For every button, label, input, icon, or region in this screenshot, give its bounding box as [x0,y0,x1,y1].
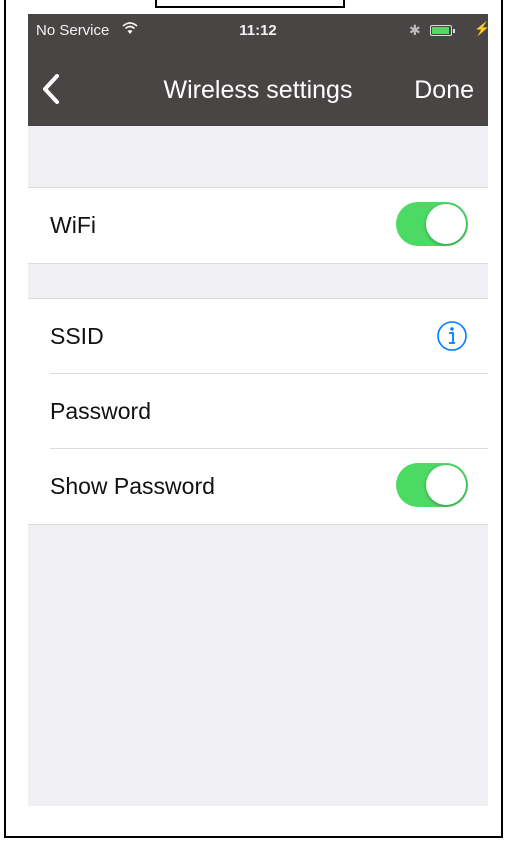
network-group: SSID Password Show Password [28,298,488,525]
ssid-label: SSID [50,323,104,349]
wifi-toggle[interactable] [396,202,468,246]
toggle-knob [426,465,466,505]
toggle-knob [426,204,466,244]
top-border-tab [155,0,345,8]
wifi-label: WiFi [50,212,96,238]
wifi-row: WiFi [28,188,488,263]
done-button[interactable]: Done [414,76,474,105]
status-bar: No Service 11:12 ✱ ⚡ [28,21,488,44]
charging-icon: ⚡ [474,21,488,36]
show-password-row: Show Password [28,449,488,524]
password-label: Password [50,398,151,424]
phone-screen: No Service 11:12 ✱ ⚡ Wireless settings D… [28,14,488,806]
password-row[interactable]: Password [28,374,488,449]
battery-icon [430,25,455,36]
show-password-toggle[interactable] [396,463,468,507]
show-password-label: Show Password [50,473,215,499]
wifi-group: WiFi [28,187,488,264]
info-icon[interactable] [436,320,468,352]
navigation-bar: No Service 11:12 ✱ ⚡ Wireless settings D… [28,14,488,126]
bluetooth-icon: ✱ [409,22,421,38]
ssid-row[interactable]: SSID [28,299,488,374]
